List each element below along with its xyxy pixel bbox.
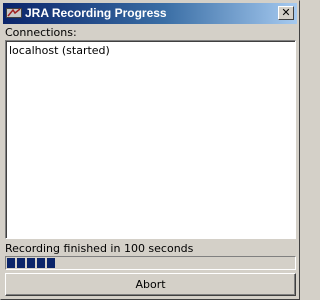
abort-button[interactable]: Abort <box>5 273 296 296</box>
recording-progress-window: JRA Recording Progress ✕ Connections: lo… <box>0 0 300 300</box>
close-button[interactable]: ✕ <box>278 6 294 20</box>
progress-bar <box>5 256 296 270</box>
connections-label: Connections: <box>5 26 77 39</box>
connections-list[interactable]: localhost (started) <box>5 40 296 239</box>
title-bar[interactable]: JRA Recording Progress ✕ <box>3 3 297 24</box>
window-title: JRA Recording Progress <box>25 6 167 20</box>
progress-fill <box>7 258 55 268</box>
jra-app-icon <box>6 6 22 20</box>
list-item[interactable]: localhost (started) <box>9 44 110 57</box>
status-text: Recording finished in 100 seconds <box>5 242 194 255</box>
close-icon: ✕ <box>281 6 291 19</box>
